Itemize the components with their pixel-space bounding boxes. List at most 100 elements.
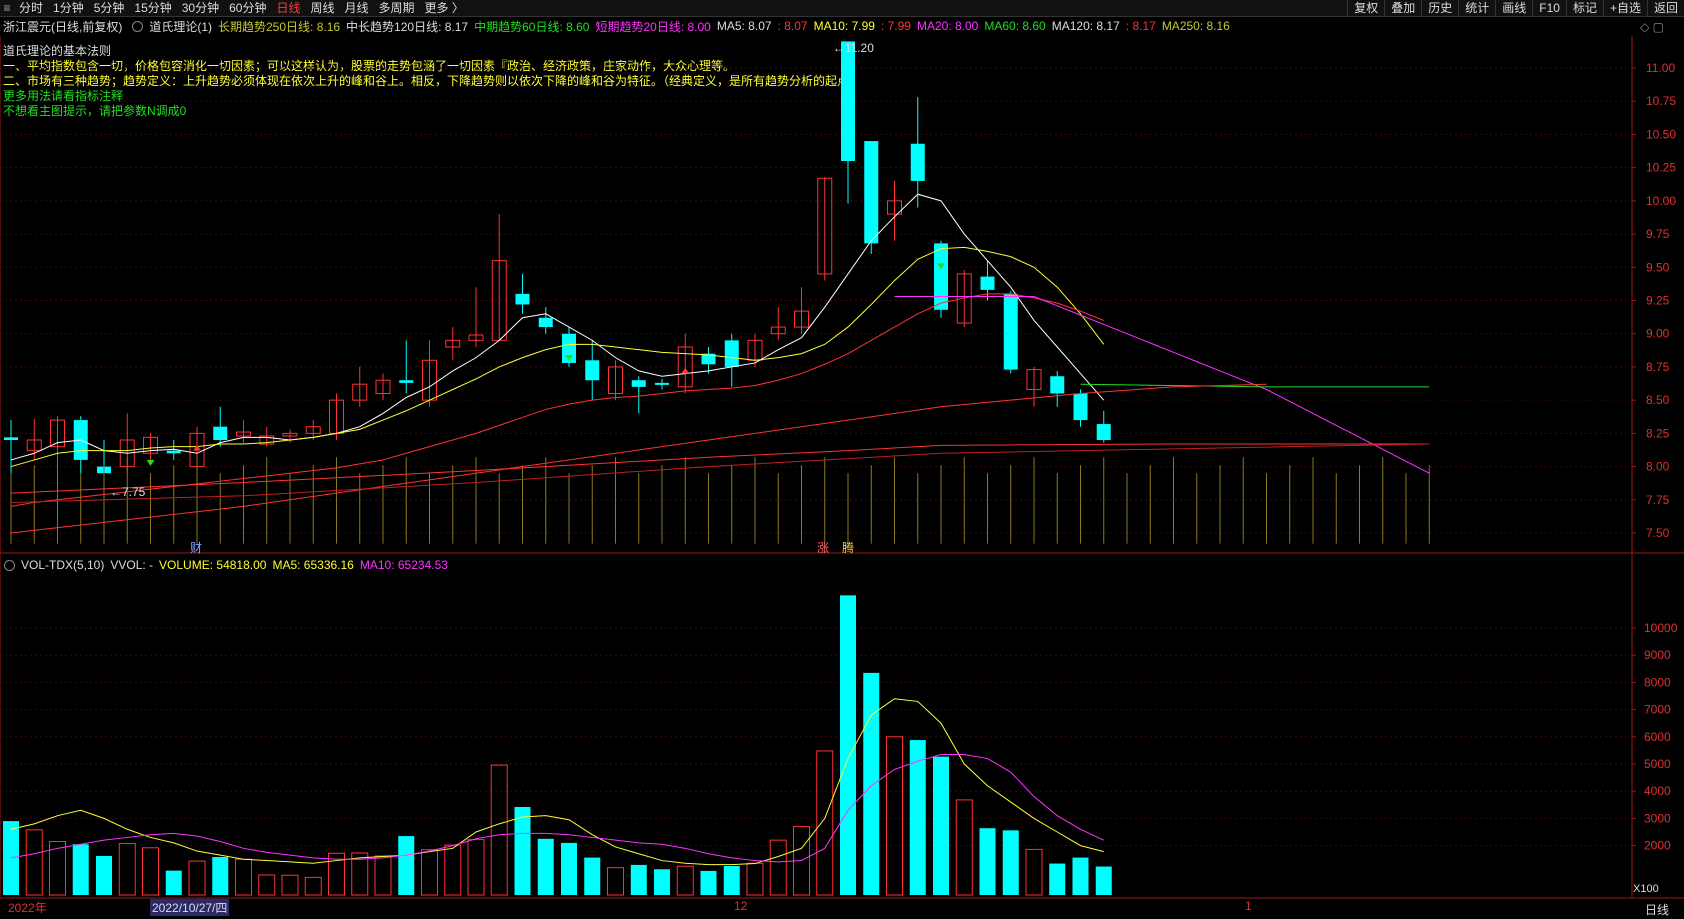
buy-signal-icon	[193, 444, 201, 451]
price-axis-label: 7.75	[1646, 493, 1670, 507]
volume-bar	[607, 867, 624, 896]
event-marker-teng: 腾	[842, 540, 854, 555]
volume-bar	[490, 764, 508, 896]
volume-axis-label: 3000	[1644, 811, 1671, 825]
volume-axis-label: 2000	[1644, 839, 1671, 853]
vvol-value: VVOL: -	[110, 558, 154, 572]
candle-body	[631, 380, 646, 387]
price-axis-label: 9.50	[1646, 260, 1670, 274]
candle-body	[1073, 393, 1088, 421]
volume-bar	[188, 860, 206, 896]
price-axis-label: 11.00	[1646, 61, 1675, 75]
low-price-label: ←7.75	[110, 485, 146, 499]
volume-bar	[863, 672, 880, 895]
volume-bar	[3, 821, 19, 895]
volume-bar	[374, 855, 392, 896]
volume-bar	[467, 839, 485, 896]
sell-signal-icon	[146, 459, 155, 466]
volume-bar	[258, 874, 276, 896]
volume-bar	[25, 829, 43, 896]
volume-bar	[654, 869, 670, 895]
volume-bar	[955, 799, 973, 896]
year-label: 2022年	[8, 901, 47, 915]
candle-body	[1003, 293, 1018, 370]
candle-body	[980, 276, 995, 290]
buy-signal-icon	[681, 367, 690, 374]
volume-bar	[630, 864, 647, 895]
candle-body	[515, 293, 530, 305]
volume-bar	[421, 849, 438, 896]
volume-bar	[676, 865, 694, 896]
candle-body	[864, 141, 879, 244]
price-axis-label: 10.25	[1646, 161, 1676, 175]
volume-bar	[1025, 848, 1043, 896]
price-axis-label: 9.75	[1646, 227, 1670, 241]
volume-bar	[700, 870, 717, 895]
candle-body	[1096, 424, 1111, 440]
volume-bar	[933, 756, 949, 895]
volume-unit-label: X100	[1633, 883, 1659, 895]
volume-bar	[746, 862, 764, 896]
volume-bar	[444, 844, 462, 896]
volume-axis-label: 6000	[1644, 730, 1671, 744]
volume-bar	[118, 842, 136, 896]
volume-ma5-value: MA5: 65336.16	[272, 558, 354, 572]
month-label-jan: 1	[1245, 899, 1252, 913]
volume-bar	[816, 750, 834, 896]
volume-axis-label: 5000	[1644, 757, 1671, 771]
volume-bar	[886, 736, 903, 896]
candle-body	[166, 450, 181, 454]
ma5-line	[10, 193, 1105, 461]
volume-axis-label: 4000	[1644, 784, 1671, 798]
volume-bar	[561, 842, 577, 895]
price-axis-label: 10.00	[1646, 194, 1676, 208]
ma250-line	[10, 443, 1430, 494]
volume-axis-label: 8000	[1644, 675, 1671, 689]
month-label-dec: 12	[734, 899, 748, 913]
price-axis-label: 8.00	[1646, 460, 1670, 474]
volume-axis-label: 7000	[1644, 703, 1671, 717]
volume-axis-label: 9000	[1644, 648, 1671, 662]
volume-bar	[537, 838, 554, 895]
price-axis-label: 8.25	[1646, 426, 1670, 440]
event-marker-cai: 财	[190, 541, 202, 555]
period-label[interactable]: 日线	[1645, 901, 1669, 918]
volume-bar	[769, 839, 787, 896]
volume-axis-label: 10000	[1644, 621, 1678, 635]
volume-toggle-icon[interactable]	[4, 559, 15, 571]
volume-bar	[72, 844, 89, 895]
cursor-date-label: 2022/10/27/四	[150, 899, 230, 916]
candle-body	[910, 143, 925, 181]
candle-body	[4, 437, 18, 440]
price-axis-label: 10.75	[1646, 94, 1676, 108]
candle-body	[934, 243, 948, 310]
candle-body	[1050, 376, 1065, 394]
volume-bar	[212, 857, 229, 895]
volume-value: VOLUME: 54818.00	[159, 558, 267, 572]
candle-body	[399, 380, 414, 383]
volume-bar	[165, 870, 182, 895]
volume-indicator-name[interactable]: VOL-TDX(5,10)	[21, 558, 104, 572]
ma-long-line	[10, 443, 1430, 503]
event-marker-zhang: 涨	[817, 540, 829, 555]
volume-bar	[979, 828, 996, 895]
high-price-label: ←11.20	[833, 41, 874, 55]
volume-bar	[281, 874, 299, 896]
volume-ma10-value: MA10: 65234.53	[359, 558, 448, 572]
kline-chart[interactable]: 11.00 10.75 10.50 10.25 10.00 9.75 9.50 9.25 9.0…	[0, 0, 1684, 919]
price-axis-label: 8.75	[1646, 360, 1670, 374]
volume-bar	[1072, 857, 1089, 895]
volume-header: VOL-TDX(5,10) VVOL: - VOLUME: 54818.00 M…	[0, 558, 454, 572]
price-axis-label: 7.50	[1646, 526, 1670, 540]
volume-bar	[398, 836, 415, 895]
ma20-line	[10, 293, 1104, 507]
volume-bar	[1002, 830, 1019, 895]
candle-body	[655, 382, 669, 385]
volume-bar	[584, 857, 601, 895]
price-axis-label: 9.25	[1646, 294, 1670, 308]
volume-bar	[96, 855, 112, 895]
price-axis-label: 8.50	[1646, 393, 1670, 407]
candle-body	[724, 340, 739, 367]
candle-body	[841, 41, 855, 161]
volume-bar	[840, 595, 856, 895]
